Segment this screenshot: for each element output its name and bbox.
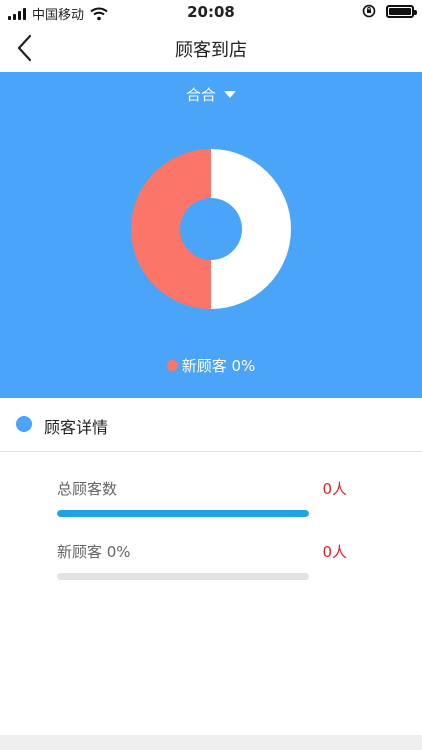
donut-chart — [130, 148, 292, 310]
donut-slice-0 — [131, 149, 211, 309]
progress-fill — [57, 510, 309, 517]
progress-track — [57, 573, 309, 580]
chart-legend: 新顾客 0% — [0, 355, 422, 376]
status-right — [362, 4, 417, 18]
detail-value: 0人 — [322, 543, 347, 561]
dropdown-caret-icon[interactable] — [224, 91, 236, 98]
legend-label: 新顾客 0% — [181, 357, 256, 375]
orientation-lock-icon — [362, 4, 376, 18]
battery-icon — [386, 4, 417, 18]
progress-track — [57, 510, 309, 517]
donut-chart-svg — [131, 149, 291, 309]
detail-label: 新顾客 0% — [57, 543, 131, 561]
filter-dropdown[interactable]: 合合 — [0, 84, 422, 105]
detail-label: 总顾客数 — [57, 480, 118, 498]
chart-panel: 合合 新顾客 0% — [0, 72, 422, 398]
donut-slice-1 — [211, 149, 291, 309]
section-dot-icon — [16, 416, 32, 432]
status-time: 20:08 — [187, 3, 235, 21]
bottom-strip — [0, 735, 422, 750]
section-header: 顾客详情 — [0, 398, 422, 452]
nav-bar: 顾客到店 — [0, 24, 422, 72]
page-title: 顾客到店 — [175, 40, 247, 61]
detail-list: 总顾客数 0人 新顾客 0% 0人 — [0, 453, 422, 735]
status-bar: 中国移动 20:08 — [0, 0, 422, 24]
legend-dot — [166, 360, 178, 371]
detail-value: 0人 — [322, 480, 347, 498]
section-title: 顾客详情 — [44, 418, 109, 437]
filter-selected-label[interactable]: 合合 — [186, 84, 216, 105]
